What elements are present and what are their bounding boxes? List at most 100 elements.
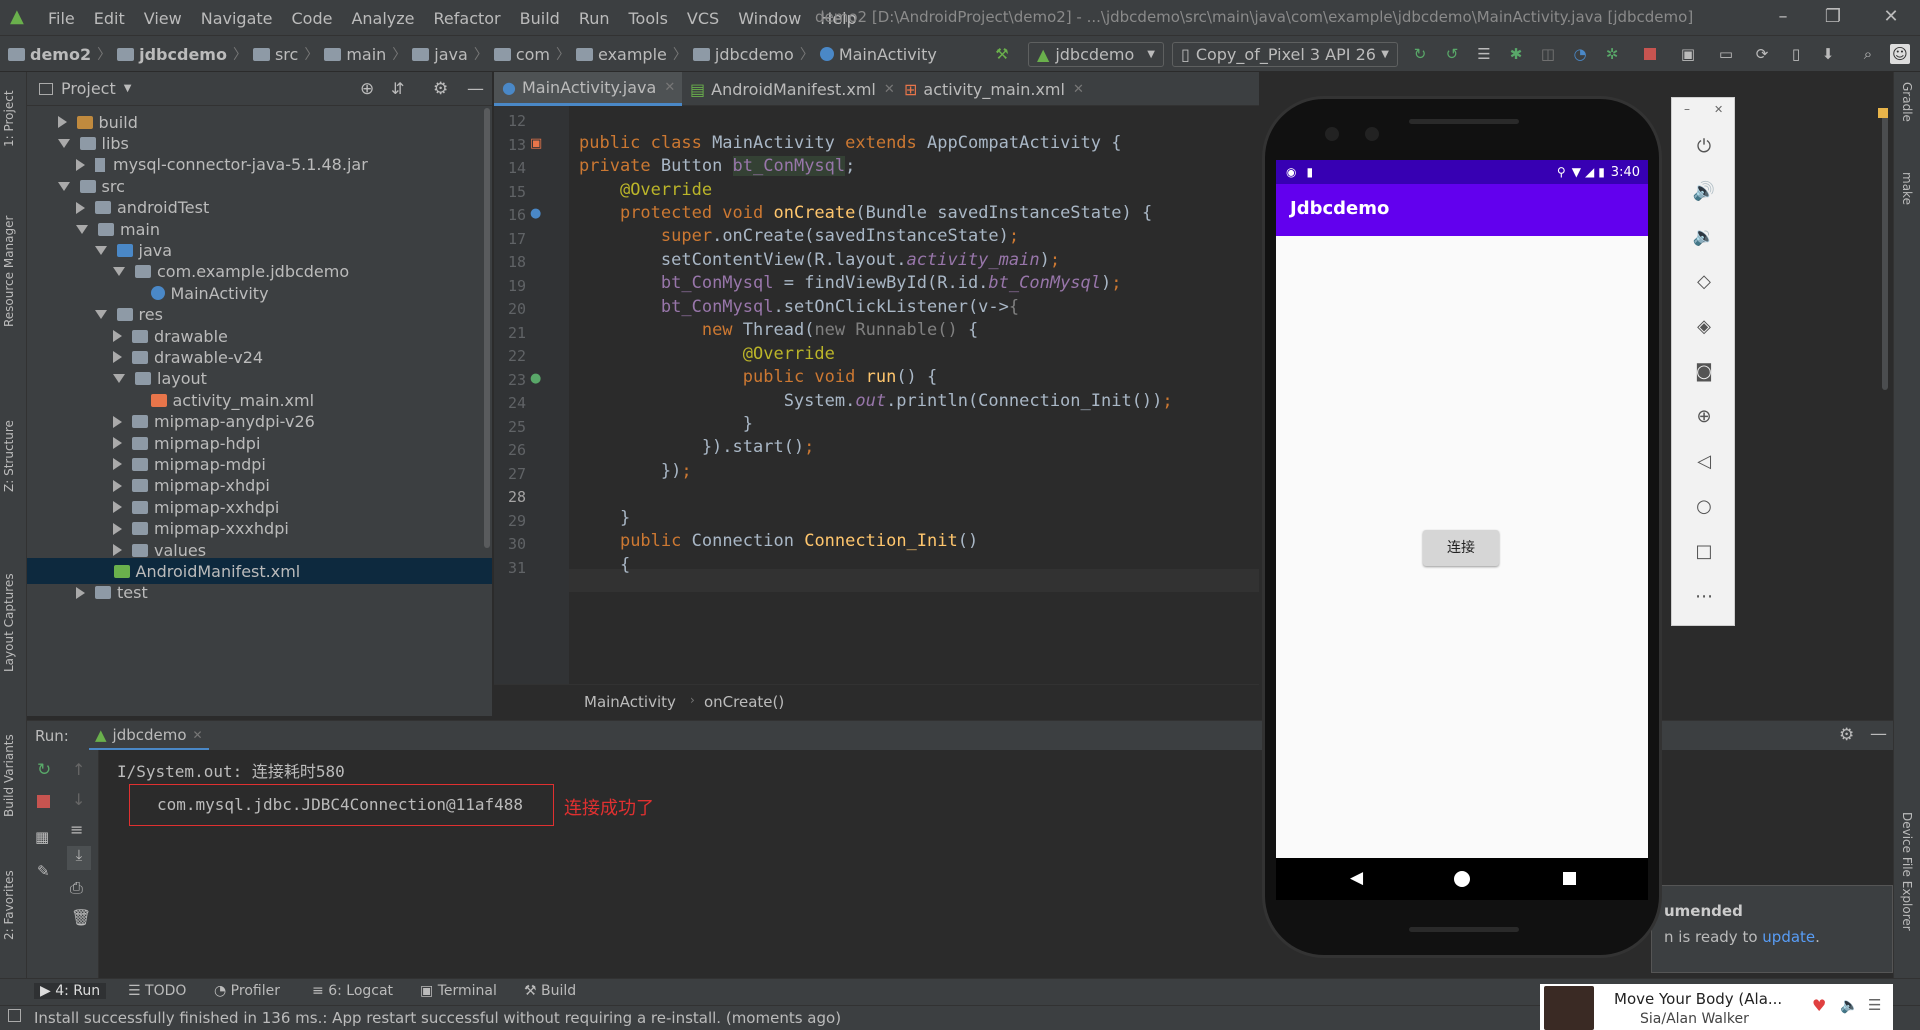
update-notification[interactable]: umended n is ready to update. — [1651, 885, 1893, 973]
down-arrow-icon[interactable]: ↓ — [72, 790, 85, 809]
rerun-icon[interactable]: ↻ — [37, 760, 51, 780]
chevron-right-icon[interactable] — [113, 351, 122, 364]
menu-item-analyze[interactable]: Analyze — [351, 9, 414, 28]
run-tab[interactable]: ▲ jdbcdemo ✕ — [89, 721, 209, 751]
connect-button[interactable]: 连接 — [1423, 530, 1499, 566]
tab-resource-manager[interactable]: Resource Manager — [2, 216, 16, 327]
soft-wrap-icon[interactable]: ≡ — [70, 820, 83, 839]
restore-icon[interactable]: ❐ — [1822, 6, 1844, 28]
chevron-right-icon[interactable] — [76, 158, 85, 171]
menu-item-vcs[interactable]: VCS — [687, 9, 719, 28]
menu-item-refactor[interactable]: Refactor — [434, 9, 501, 28]
close-icon[interactable]: ✕ — [1073, 82, 1084, 97]
gutter-marker-icon[interactable]: ● — [530, 206, 541, 221]
volume-up-icon[interactable]: 🔊 — [1672, 177, 1736, 207]
tab-mainactivity[interactable]: ● MainActivity.java ✕ — [494, 72, 682, 106]
chevron-right-icon[interactable] — [113, 479, 122, 492]
sdk-manager-icon[interactable]: ⬇ — [1818, 44, 1838, 64]
breadcrumb-item[interactable]: com 〉 — [493, 44, 570, 64]
tab-androidmanifest[interactable]: ▤ AndroidManifest.xml ✕ — [682, 72, 896, 106]
update-link[interactable]: update — [1762, 928, 1815, 946]
chevron-down-icon[interactable] — [94, 245, 107, 255]
menu-item-run[interactable]: Run — [579, 9, 610, 28]
chevron-down-icon[interactable] — [113, 267, 125, 277]
minimize-icon[interactable]: – — [1772, 6, 1794, 28]
chevron-right-icon[interactable] — [76, 201, 85, 214]
profile-icon[interactable]: ◔ — [1570, 44, 1590, 64]
menu-item-build[interactable]: Build — [520, 9, 560, 28]
tab-project[interactable]: 1: Project — [2, 90, 16, 147]
close-icon[interactable]: ✕ — [664, 80, 675, 95]
tab-gradle[interactable]: Gradle — [1900, 82, 1914, 122]
tool-tab-build[interactable]: ⚒ Build — [524, 983, 576, 999]
chevron-right-icon[interactable] — [76, 586, 85, 599]
sync-project-icon[interactable]: ▣ — [1678, 44, 1698, 64]
overview-icon[interactable]: □ — [1672, 537, 1736, 567]
chevron-down-icon[interactable] — [57, 181, 70, 191]
home-icon[interactable] — [1454, 871, 1470, 887]
coverage-icon[interactable]: ◫ — [1538, 44, 1558, 64]
chevron-right-icon[interactable] — [113, 437, 122, 449]
power-icon[interactable]: ⏻ — [1672, 132, 1736, 162]
trash-icon[interactable]: 🗑 — [71, 908, 91, 927]
chevron-right-icon[interactable] — [113, 330, 122, 342]
tab-favorites[interactable]: 2: Favorites — [2, 870, 16, 940]
menu-item-tools[interactable]: Tools — [629, 9, 668, 28]
chevron-right-icon[interactable] — [113, 501, 122, 514]
close-icon[interactable]: ✕ — [1880, 6, 1902, 28]
media-notification[interactable]: Move Your Body (Ala... Sia/Alan Walker ♥… — [1540, 984, 1893, 1030]
editor-scrollbar[interactable] — [1882, 110, 1888, 390]
tree-scrollbar[interactable] — [484, 108, 490, 548]
locate-icon[interactable]: ⊕ — [360, 79, 374, 99]
pin-icon[interactable]: ✎ — [37, 862, 50, 880]
tab-build-variants[interactable]: Build Variants — [2, 734, 16, 817]
project-view-select[interactable]: Project — [61, 79, 116, 98]
breadcrumb-item[interactable]: demo2 〉 — [8, 44, 111, 64]
close-icon[interactable]: ✕ — [193, 728, 203, 742]
back-icon[interactable]: ◀ — [1350, 868, 1363, 888]
code-editor[interactable]: public class MainActivity extends AppCom… — [569, 106, 1259, 684]
apply-changes-icon[interactable]: ↻ — [1410, 44, 1430, 64]
tool-tab-run[interactable]: ▶ 4: Run — [34, 983, 107, 999]
breadcrumb-item[interactable]: java 〉 — [412, 44, 488, 64]
volume-down-icon[interactable]: 🔉 — [1672, 222, 1736, 252]
chevron-down-icon[interactable] — [57, 138, 70, 148]
list-icon[interactable]: ☰ — [1474, 44, 1494, 64]
hide-panel-icon[interactable]: — — [467, 79, 484, 99]
gutter-marker-icon[interactable]: ● — [530, 371, 541, 386]
print-icon[interactable]: ⎙ — [70, 878, 83, 898]
debug-icon[interactable]: ✱ — [1506, 44, 1526, 64]
device-select[interactable]: ▯ Copy_of_Pixel 3 API 26 ▼ — [1172, 42, 1398, 67]
playlist-icon[interactable]: ☰ — [1868, 996, 1881, 1014]
close-icon[interactable]: ✕ — [1714, 103, 1723, 116]
device-manager-icon[interactable]: ▯ — [1786, 44, 1806, 64]
chevron-down-icon[interactable] — [76, 224, 88, 234]
gear-icon[interactable]: ⚙ — [1839, 725, 1854, 745]
breadcrumb-item[interactable]: jdbcdemo 〉 — [117, 44, 247, 64]
stop-icon[interactable] — [1640, 44, 1660, 64]
breadcrumb-item[interactable]: jdbcdemo 〉 — [692, 44, 814, 64]
tool-tab-logcat[interactable]: ≡ 6: Logcat — [312, 983, 393, 999]
breadcrumb-item[interactable]: src 〉 — [252, 44, 318, 64]
tab-make[interactable]: make — [1900, 172, 1914, 205]
search-icon[interactable]: ⌕ — [1858, 44, 1878, 64]
heart-icon[interactable]: ♥ — [1812, 996, 1826, 1015]
apply-code-changes-icon[interactable]: ↺ — [1442, 44, 1462, 64]
tool-tab-profiler[interactable]: ◔ Profiler — [214, 983, 280, 999]
tool-tab-terminal[interactable]: ▣ Terminal — [420, 983, 497, 999]
status-toggle-icon[interactable] — [8, 1009, 21, 1022]
avd-manager-icon[interactable]: ▭ — [1716, 44, 1736, 64]
camera-icon[interactable]: ◙ — [1672, 357, 1736, 387]
minimize-icon[interactable]: – — [1684, 102, 1690, 116]
tab-layout-captures[interactable]: Layout Captures — [2, 573, 16, 672]
breadcrumb-class[interactable]: MainActivity — [584, 693, 676, 711]
tab-structure[interactable]: Z: Structure — [2, 420, 16, 492]
tool-tab-todo[interactable]: ☰ TODO — [128, 983, 186, 999]
rotate-left-icon[interactable]: ◇ — [1672, 267, 1736, 297]
breadcrumb-item[interactable]: example 〉 — [576, 44, 687, 64]
chevron-down-icon[interactable] — [94, 310, 107, 320]
menu-item-window[interactable]: Window — [738, 9, 801, 28]
user-icon[interactable]: ☺ — [1890, 44, 1910, 64]
home-icon[interactable]: ○ — [1672, 492, 1736, 522]
run-config-select[interactable]: ▲ jdbcdemo ▼ — [1028, 42, 1164, 67]
